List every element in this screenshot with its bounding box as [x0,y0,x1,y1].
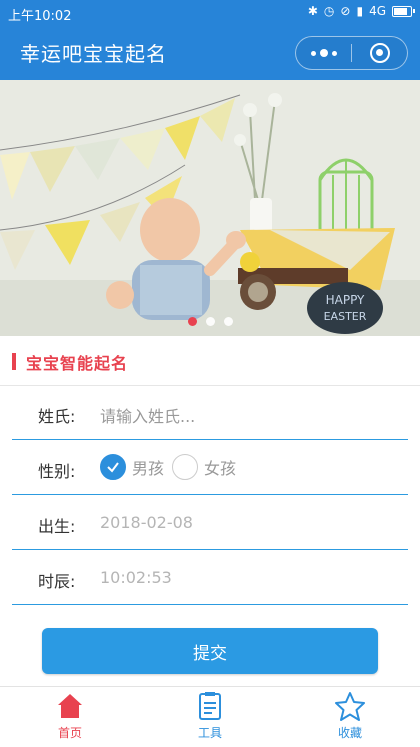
birth-date-row: 出生: 2018-02-08 [12,496,408,550]
submit-button[interactable]: 提交 [42,628,378,674]
surname-row: 姓氏: 请输入姓氏... [12,386,408,440]
carousel-dot[interactable] [187,317,197,326]
mini-program-capsule [295,36,408,70]
alarm-icon: ◷ [323,4,335,18]
radio-unchecked-icon [172,454,199,480]
section-title: 宝宝智能起名 [26,354,129,373]
sign-text-1: HAPPY [326,293,365,307]
gender-row: 性别: 男孩 女孩 [12,441,408,495]
gender-option-label: 女孩 [204,459,237,478]
birth-date-picker[interactable]: 2018-02-08 [100,513,193,532]
bluetooth-icon: ✱ [307,4,318,18]
status-bar: 上午10:02 ✱ ◷ ⊘ ▮ 4G [0,0,420,26]
banner-carousel[interactable]: HAPPY EASTER [0,80,420,336]
carousel-dot[interactable] [205,317,215,326]
home-icon [58,694,82,718]
radio-checked-icon [100,454,126,480]
birth-hour-row: 时辰: 10:02:53 [12,551,408,605]
tab-home[interactable]: 首页 [0,687,140,747]
surname-label: 姓氏: [38,407,76,426]
tools-icon [199,692,221,720]
more-dots-icon [310,49,337,57]
navigation-bar: 幸运吧宝宝起名 [0,26,420,80]
gender-label: 性别: [38,462,76,481]
tab-label: 首页 [57,726,82,740]
section-accent-bar [12,353,16,370]
gender-radio-girl[interactable]: 女孩 [172,454,236,480]
surname-input[interactable]: 请输入姓氏... [100,403,195,427]
screen: 上午10:02 ✱ ◷ ⊘ ▮ 4G 幸运吧宝宝起名 HAPPY EASTER … [0,0,420,747]
star-icon [335,692,365,721]
close-mini-program-icon [369,43,390,63]
banner-image: HAPPY EASTER [0,80,420,336]
section-header: 宝宝智能起名 [0,336,420,386]
gender-option-label: 男孩 [132,459,165,478]
signal-icon: ▮ [356,4,364,18]
birth-hour-picker[interactable]: 10:02:53 [100,568,172,587]
carousel-dot[interactable] [223,317,233,326]
tab-favorites[interactable]: 收藏 [280,687,420,747]
status-time: 上午10:02 [8,9,72,24]
close-mini-program-button[interactable] [352,37,407,69]
page-title: 幸运吧宝宝起名 [20,42,167,66]
birth-date-label: 出生: [38,517,76,536]
status-icons: ✱ ◷ ⊘ ▮ 4G [307,4,415,18]
tab-label: 工具 [197,726,222,740]
birth-hour-label: 时辰: [38,572,76,591]
more-button[interactable] [296,37,351,69]
gender-radio-boy[interactable]: 男孩 [100,454,164,480]
gender-radio-group: 男孩 女孩 [100,454,244,480]
battery-icon [392,5,415,17]
network-type: 4G [369,4,386,18]
tab-label: 收藏 [337,726,362,740]
tab-bar: 首页 工具 收藏 [0,686,420,747]
mute-icon: ⊘ [340,4,351,18]
carousel-indicators [0,317,420,326]
tab-tools[interactable]: 工具 [140,687,280,747]
